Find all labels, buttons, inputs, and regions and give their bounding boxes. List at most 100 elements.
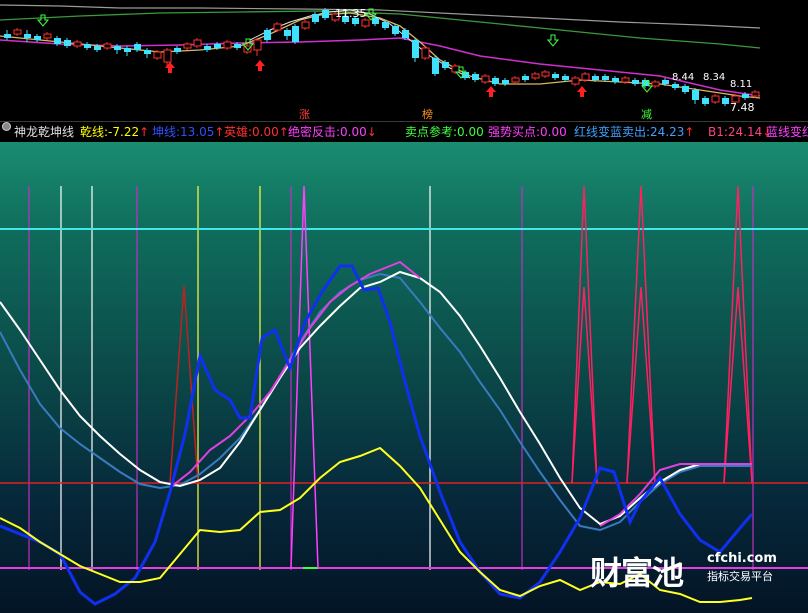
indicator-value-number: -7.22 — [108, 125, 140, 139]
candle-body — [722, 98, 729, 104]
candle-body — [174, 48, 181, 52]
candle-body — [511, 77, 520, 83]
indicator-value-label: B1: — [708, 125, 728, 139]
price-label-right-3: 8.11 — [730, 79, 752, 90]
indicator-value-item: 强势买点: 0.00 — [488, 122, 567, 142]
candle-body — [214, 44, 221, 48]
candle-body — [234, 44, 241, 48]
candle-body — [672, 84, 679, 88]
candle-body — [43, 33, 52, 39]
candle-body — [253, 39, 262, 51]
indicator-value-item: 蓝线变红 — [766, 122, 808, 142]
circle-icon[interactable] — [2, 122, 11, 131]
candle-body — [361, 19, 370, 27]
candle-body — [124, 48, 131, 52]
candle-body — [612, 78, 619, 82]
candle-body — [193, 39, 202, 47]
candle-body — [621, 77, 630, 83]
indicator-panel[interactable]: 财富池 cfchi.com 指标交易平台 — [0, 142, 808, 613]
candle-body — [662, 80, 669, 84]
indicator-value-label: 蓝线变红 — [766, 125, 808, 139]
green-down-arrow-icon — [546, 34, 560, 47]
candle-body — [273, 23, 282, 31]
candle-body — [264, 30, 271, 40]
down-arrow-icon: ↓ — [366, 125, 377, 139]
candle-body — [223, 41, 232, 49]
candle-body — [204, 46, 211, 50]
candle-body — [451, 65, 460, 73]
price-label-right-1: 8.44 — [672, 72, 694, 83]
indicator-value-number: 0.00 — [457, 125, 484, 139]
indicator-value-number: 24.23 — [650, 125, 685, 139]
indicator-value-number: 0.00 — [340, 125, 367, 139]
candle-body — [292, 26, 299, 42]
candle-body — [481, 75, 490, 83]
kline-svg: 11.35 7.48 8.44 8.34 8.11 涨 榜 减 — [0, 4, 761, 120]
candle-body — [54, 38, 61, 44]
candle-body — [502, 80, 509, 84]
ma-line-green — [0, 10, 761, 49]
candle-body — [24, 34, 31, 38]
watermark-url: cfchi.com — [707, 551, 777, 566]
candle-body — [312, 14, 319, 22]
candle-body — [94, 46, 101, 50]
indicator-value-number: 24.14 — [727, 125, 763, 139]
indicator-value-label: 坤线: — [152, 125, 181, 139]
indicator-value-number: 0.00 — [252, 125, 279, 139]
candle-body — [562, 76, 569, 80]
indicator-info-bar: 神龙乾坤线 乾线: -7.22↑ 坤线: 13.05↑ 英雄: 0.00↑ 绝密反击:… — [0, 121, 808, 143]
indicator-value-item: 卖点参考: 0.00 — [405, 122, 484, 142]
indicator-value-label: 强势买点: — [488, 125, 541, 139]
candle-body — [392, 26, 399, 34]
watermark-logo: 财富池 — [590, 554, 684, 592]
indicator-name[interactable]: 神龙乾坤线 — [14, 122, 74, 142]
red-up-arrow-icon — [486, 86, 496, 97]
candle-body — [552, 74, 559, 78]
candle-body — [472, 74, 479, 80]
candle-body — [163, 49, 172, 63]
indicator-value-item: 乾线: -7.22↑ — [80, 122, 149, 142]
indicator-value-number: 13.05 — [180, 125, 215, 139]
price-label-right-2: 8.34 — [703, 72, 725, 83]
candle-body — [492, 78, 499, 84]
candle-body — [183, 43, 192, 49]
marker-zhang: 涨 — [299, 108, 310, 120]
indicator-value-item: 坤线: 13.05↑ — [152, 122, 224, 142]
candle-body — [442, 62, 449, 68]
candle-body — [692, 90, 699, 100]
marker-bang: 榜 — [422, 107, 433, 120]
indicator-value-label: 绝密反击: — [288, 125, 341, 139]
price-high-label: 11.35 — [335, 7, 367, 20]
candle-body — [581, 73, 590, 81]
candle-body — [103, 43, 112, 49]
red-up-arrow-icon — [577, 86, 587, 97]
candle-body — [421, 47, 430, 59]
indicator-value-label: 红线变蓝卖出: — [574, 125, 651, 139]
candle-body — [144, 50, 151, 54]
candle-body — [34, 36, 41, 40]
candle-body — [522, 76, 529, 80]
candle-body — [134, 44, 141, 50]
red-up-arrow-icon — [255, 60, 265, 71]
candle-body — [592, 76, 599, 80]
indicator-value-item: 红线变蓝卖出: 24.23↑ — [574, 122, 694, 142]
candle-body — [382, 22, 389, 28]
spike-pink-red — [571, 185, 598, 484]
watermark: 财富池 cfchi.com 指标交易平台 — [590, 548, 806, 592]
candle-body — [114, 46, 121, 50]
candle-body — [402, 30, 409, 38]
indicator-value-item: B1: 24.14↓ — [708, 122, 772, 142]
candle-body — [64, 40, 71, 46]
indicator-value-number: 0.00 — [540, 125, 567, 139]
price-low-label: 7.48 — [730, 101, 755, 114]
candle-body — [4, 34, 11, 38]
candle-body — [73, 41, 82, 47]
candle-body — [632, 80, 639, 84]
up-arrow-icon: ↑ — [684, 125, 695, 139]
candle-body — [682, 86, 689, 92]
kline-price-panel[interactable]: 11.35 7.48 8.44 8.34 8.11 涨 榜 减 — [0, 0, 808, 120]
marker-jian: 减 — [641, 108, 652, 120]
candle-body — [702, 98, 709, 104]
candle-body — [531, 73, 540, 79]
candle-body — [651, 81, 660, 87]
